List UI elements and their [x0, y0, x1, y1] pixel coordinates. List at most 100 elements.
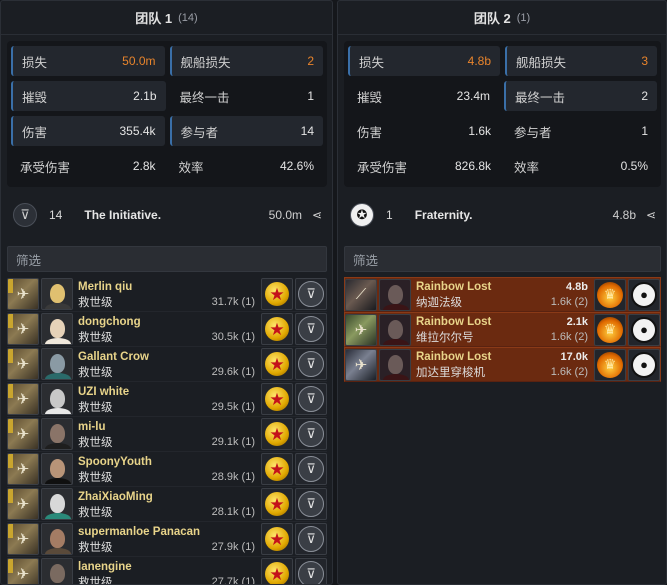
pilot-row[interactable]: ✈ UZI white 救世级 29.5k (1) ★ ⊽	[7, 382, 327, 417]
pilot-portrait[interactable]	[41, 558, 73, 584]
corp-emblem[interactable]: ★	[261, 383, 293, 415]
pilot-row[interactable]: ✈ Gallant Crow 救世级 29.6k (1) ★ ⊽	[7, 347, 327, 382]
team-1-pilot-list: ✈ Merlin qiu 救世级 31.7k (1) ★ ⊽ ✈ dongchong 救世级 30…	[7, 277, 327, 585]
corp-emblem[interactable]: ★	[261, 313, 293, 345]
ship-name[interactable]: 救世级	[78, 364, 113, 380]
share-icon[interactable]: ⋖	[310, 208, 324, 222]
ship-name[interactable]: 纳迦法级	[416, 294, 462, 310]
pilot-row[interactable]: ✈ supermanloe Panacan 救世级 27.9k (1) ★ ⊽	[7, 522, 327, 557]
ship-thumbnail[interactable]: ✈	[7, 523, 39, 555]
pilot-name[interactable]: Rainbow Lost	[416, 281, 491, 293]
pilot-name[interactable]: lanengine	[78, 561, 132, 573]
alliance-emblem[interactable]: ⊽	[295, 453, 327, 485]
corp-emblem[interactable]: ★	[261, 453, 293, 485]
pilot-name[interactable]: dongchong	[78, 316, 141, 328]
pilot-portrait[interactable]	[41, 348, 73, 380]
ship-thumbnail[interactable]: ✈	[7, 418, 39, 450]
alliance-emblem[interactable]: ●	[628, 313, 660, 346]
corp-emblem[interactable]: ★	[261, 278, 293, 310]
corp-name[interactable]: Fraternity.	[415, 208, 613, 222]
team-2-filter-input[interactable]: 筛选	[344, 246, 661, 272]
ship-thumbnail[interactable]: ✈	[7, 558, 39, 584]
corp-emblem[interactable]: ★	[261, 488, 293, 520]
pilot-name[interactable]: Rainbow Lost	[416, 316, 491, 328]
pilot-portrait[interactable]	[41, 383, 73, 415]
ship-thumbnail[interactable]: ✈	[7, 488, 39, 520]
corp-emblem[interactable]: ★	[261, 418, 293, 450]
pilot-name[interactable]: ZhaiXiaoMing	[78, 491, 153, 503]
pilot-portrait[interactable]	[41, 278, 73, 310]
ship-name[interactable]: 救世级	[78, 574, 113, 585]
pilot-row[interactable]: ✈ SpoonyYouth 救世级 28.9k (1) ★ ⊽	[7, 452, 327, 487]
ship-name[interactable]: 救世级	[78, 504, 113, 520]
pilot-portrait[interactable]	[41, 313, 73, 345]
team-1-filter-input[interactable]: 筛选	[7, 246, 327, 272]
pilot-row[interactable]: ✈ dongchong 救世级 30.5k (1) ★ ⊽	[7, 312, 327, 347]
corp-emblem[interactable]: ♛	[594, 348, 626, 381]
pilot-row[interactable]: ✈ Merlin qiu 救世级 31.7k (1) ★ ⊽	[7, 277, 327, 312]
initiative-emblem-icon: ⊽	[298, 491, 324, 517]
ship-name[interactable]: 救世级	[78, 539, 113, 555]
ship-thumbnail[interactable]: ✈	[345, 313, 377, 346]
alliance-emblem[interactable]: ⊽	[295, 523, 327, 555]
alliance-emblem[interactable]: ⊽	[295, 313, 327, 345]
alliance-emblem[interactable]: ⊽	[295, 558, 327, 584]
pilot-portrait[interactable]	[41, 523, 73, 555]
pilot-name[interactable]: supermanloe Panacan	[78, 526, 200, 538]
pilot-row[interactable]: ✈ lanengine 救世级 27.7k (1) ★ ⊽	[7, 557, 327, 585]
alliance-emblem[interactable]: ⊽	[295, 418, 327, 450]
pilot-portrait[interactable]	[41, 488, 73, 520]
pilot-name[interactable]: mi-lu	[78, 421, 105, 433]
pilot-row[interactable]: ✈ ZhaiXiaoMing 救世级 28.1k (1) ★ ⊽	[7, 487, 327, 522]
pilot-name[interactable]: UZI white	[78, 386, 129, 398]
ship-name[interactable]: 救世级	[78, 399, 113, 415]
pilot-name[interactable]: Gallant Crow	[78, 351, 149, 363]
alliance-emblem[interactable]: ⊽	[295, 383, 327, 415]
damage-dealt: 29.1k (1)	[211, 435, 255, 448]
ship-name[interactable]: 救世级	[78, 469, 113, 485]
star-emblem-icon: ★	[265, 457, 289, 481]
ship-thumbnail[interactable]: ✈	[7, 313, 39, 345]
pilot-portrait[interactable]	[41, 453, 73, 485]
alliance-emblem[interactable]: ⊽	[295, 278, 327, 310]
stat-cell: 损失 50.0m	[11, 46, 165, 76]
loss-row[interactable]: ✈ Rainbow Lost 17.0k 加达里穿梭机 1.6k (2) ♛ ●	[344, 347, 661, 382]
alliance-emblem[interactable]: ●	[628, 278, 660, 311]
ship-thumbnail[interactable]: ⟋	[345, 278, 377, 311]
panda-emblem-icon: ●	[631, 351, 657, 378]
alliance-emblem[interactable]: ⊽	[295, 348, 327, 380]
corp-name[interactable]: The Initiative.	[84, 208, 268, 222]
pilot-name[interactable]: Merlin qiu	[78, 281, 132, 293]
pilot-name[interactable]: Rainbow Lost	[416, 351, 491, 363]
ship-name[interactable]: 救世级	[78, 434, 113, 450]
pilot-row[interactable]: ✈ mi-lu 救世级 29.1k (1) ★ ⊽	[7, 417, 327, 452]
ship-name[interactable]: 救世级	[78, 329, 113, 345]
ship-thumbnail[interactable]: ✈	[345, 348, 377, 381]
ship-thumbnail[interactable]: ✈	[7, 453, 39, 485]
pilot-portrait[interactable]	[379, 348, 411, 381]
pilot-portrait[interactable]	[41, 418, 73, 450]
corp-emblem[interactable]: ★	[261, 558, 293, 584]
stat-value: 1	[641, 124, 648, 138]
ship-thumbnail[interactable]: ✈	[7, 348, 39, 380]
corp-emblem[interactable]: ♛	[594, 313, 626, 346]
team-2-corp-row[interactable]: ✪ 1 Fraternity. 4.8b ⋖	[350, 202, 658, 228]
ship-name[interactable]: 维拉尔尔号	[416, 329, 474, 345]
ship-name[interactable]: 救世级	[78, 294, 113, 310]
loss-row[interactable]: ⟋ Rainbow Lost 4.8b 纳迦法级 1.6k (2) ♛ ●	[344, 277, 661, 312]
pilot-portrait[interactable]	[379, 313, 411, 346]
ship-name[interactable]: 加达里穿梭机	[416, 364, 485, 380]
pilot-name[interactable]: SpoonyYouth	[78, 456, 152, 468]
ship-thumbnail[interactable]: ✈	[7, 278, 39, 310]
pilot-portrait[interactable]	[379, 278, 411, 311]
alliance-emblem[interactable]: ⊽	[295, 488, 327, 520]
loss-row[interactable]: ✈ Rainbow Lost 2.1k 维拉尔尔号 1.6k (2) ♛ ●	[344, 312, 661, 347]
ship-thumbnail[interactable]: ✈	[7, 383, 39, 415]
ship-icon: ⟋	[355, 286, 367, 303]
corp-emblem[interactable]: ★	[261, 523, 293, 555]
team-1-corp-row[interactable]: ⊽ 14 The Initiative. 50.0m ⋖	[13, 202, 324, 228]
alliance-emblem[interactable]: ●	[628, 348, 660, 381]
corp-emblem[interactable]: ★	[261, 348, 293, 380]
corp-emblem[interactable]: ♛	[594, 278, 626, 311]
share-icon[interactable]: ⋖	[644, 208, 658, 222]
